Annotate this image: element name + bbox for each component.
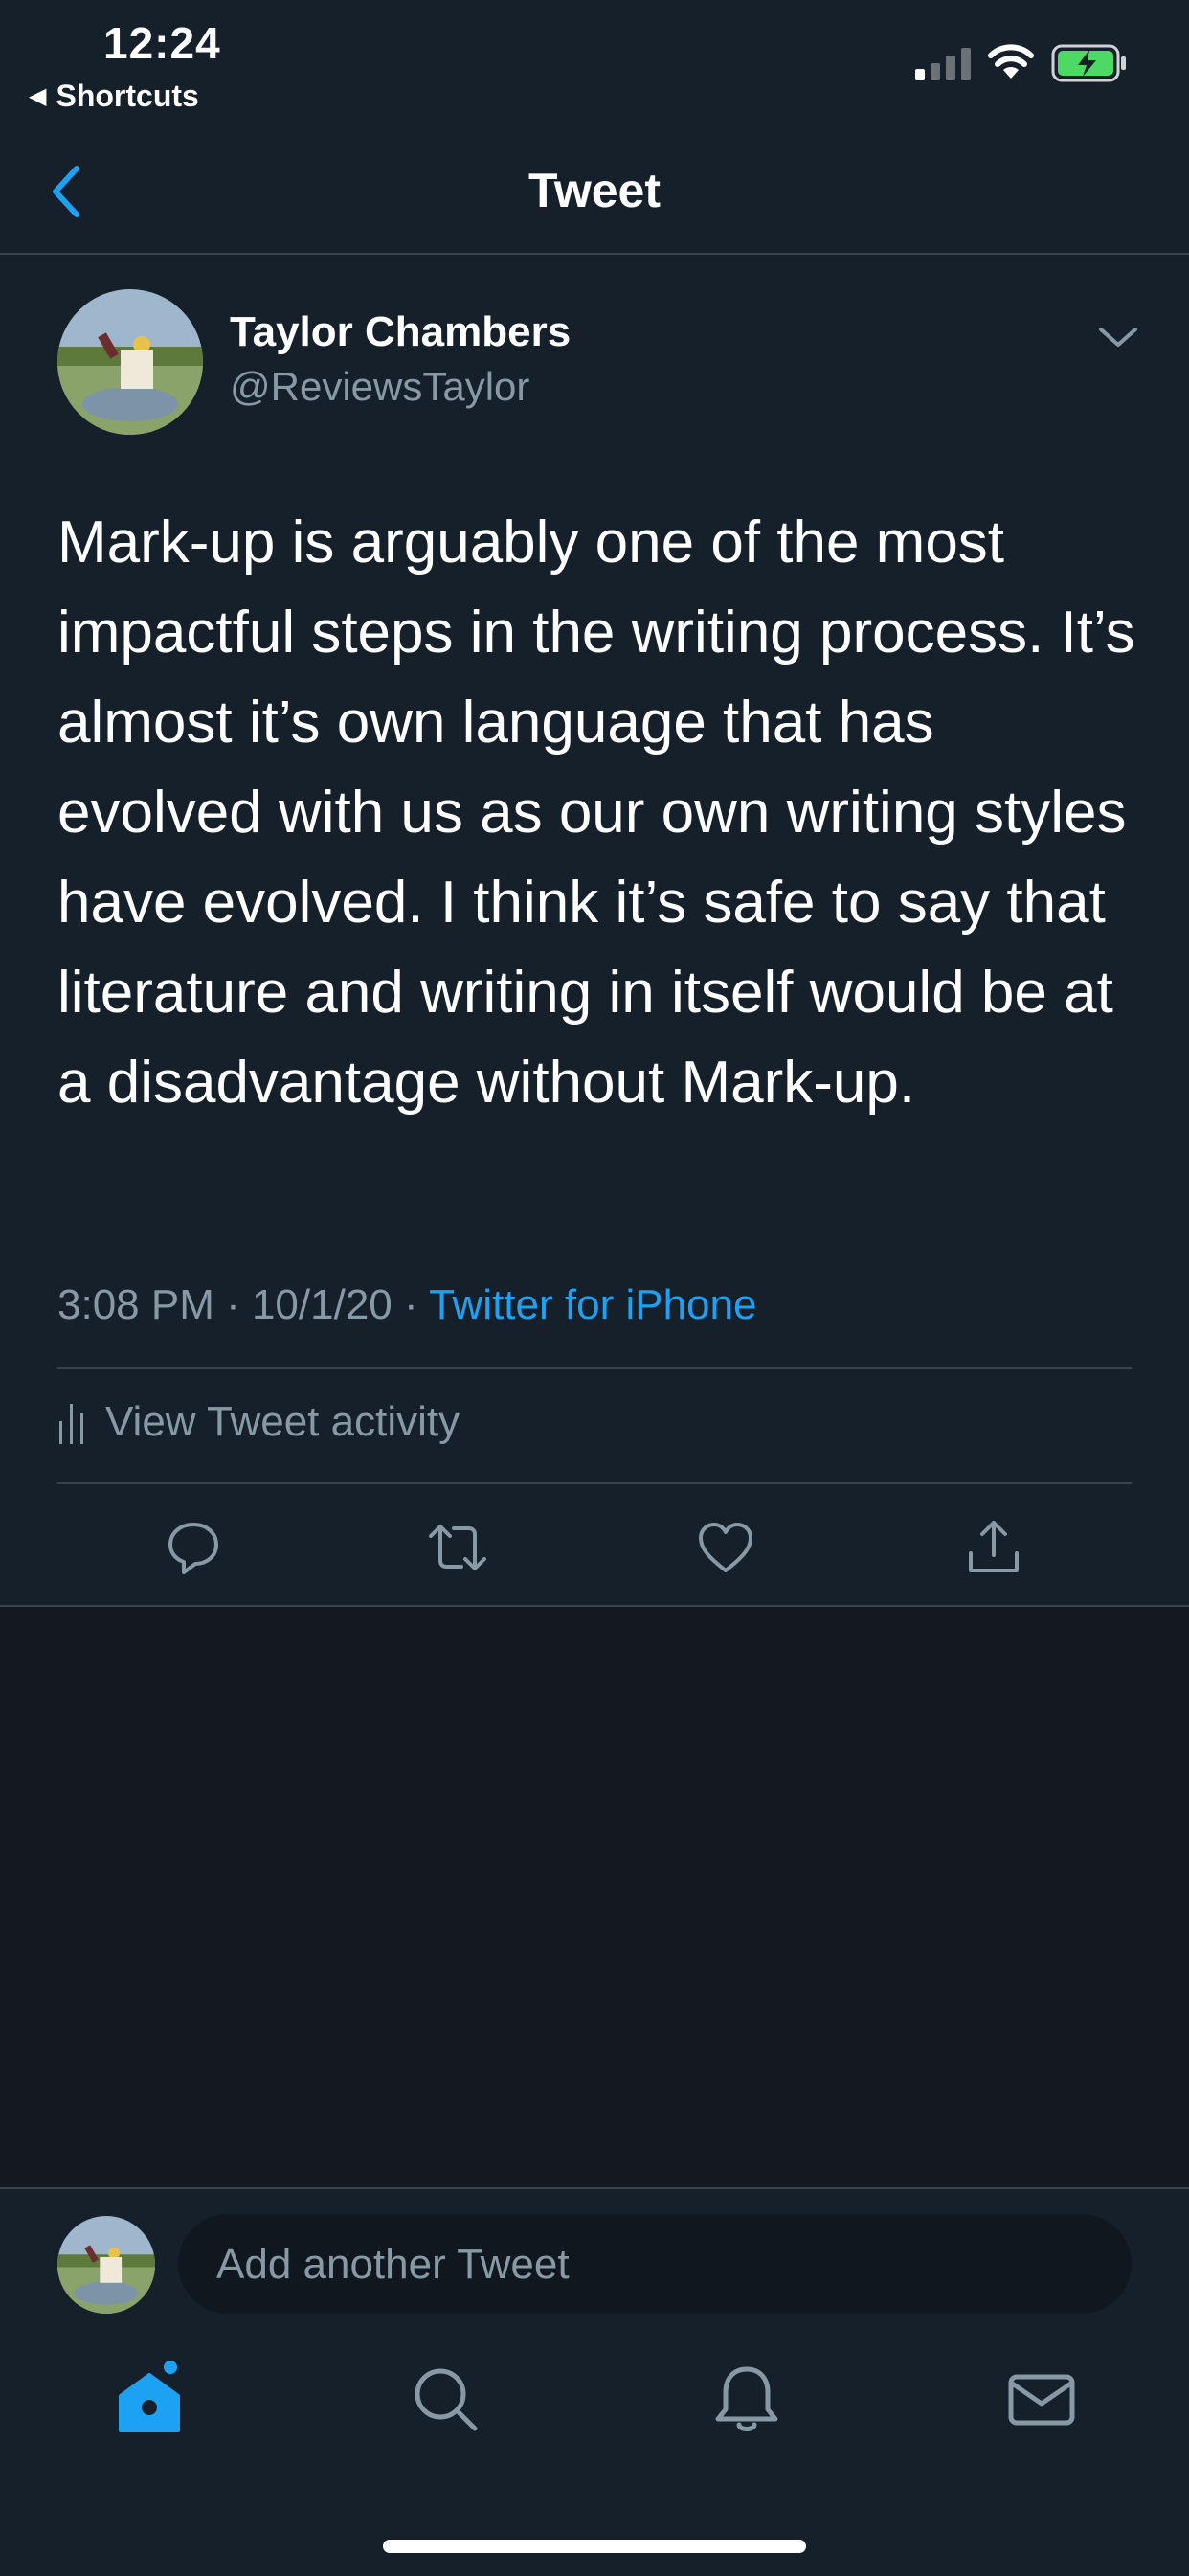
tweet-actions [0, 1490, 1189, 1603]
divider [57, 1482, 1132, 1484]
tweet-text: Mark-up is arguably one of the most impa… [57, 509, 1135, 1116]
reply-box[interactable] [178, 2214, 1132, 2316]
tweet-timestamp: 3:08 PM · 10/1/20 · [57, 1281, 430, 1328]
tweet-meta: 3:08 PM · 10/1/20 · Twitter for iPhone [57, 1281, 756, 1329]
status-bar: 12:24 ◀ Shortcuts [0, 0, 1189, 124]
share-icon[interactable] [963, 1517, 1024, 1578]
chevron-down-icon[interactable] [1097, 322, 1139, 352]
status-time: 12:24 [103, 18, 221, 68]
divider [0, 1605, 1189, 1607]
tweet-screen: 12:24 ◀ Shortcuts Tweet Taylor Chambers … [0, 0, 1189, 1607]
cellular-signal-icon [915, 46, 971, 80]
bottom-bar [0, 2187, 1189, 2576]
back-triangle-icon: ◀ [29, 83, 47, 109]
home-icon[interactable] [111, 2361, 188, 2438]
battery-charging-icon [1051, 44, 1126, 82]
author-name[interactable]: Taylor Chambers [230, 308, 571, 356]
back-app-label: Shortcuts [56, 79, 199, 113]
like-heart-icon[interactable] [695, 1517, 756, 1578]
home-indicator[interactable] [383, 2540, 806, 2553]
nav-bar: Tweet [0, 124, 1189, 255]
user-avatar[interactable] [57, 2216, 155, 2314]
bell-icon[interactable] [708, 2361, 785, 2438]
author-avatar[interactable] [57, 289, 203, 435]
page-title: Tweet [528, 164, 661, 217]
bar-chart-icon [59, 1404, 83, 1444]
retweet-icon[interactable] [427, 1517, 488, 1578]
divider [57, 1367, 1132, 1369]
wifi-icon [988, 44, 1034, 79]
mail-icon[interactable] [1003, 2361, 1080, 2438]
author-handle[interactable]: @ReviewsTaylor [230, 364, 529, 410]
reply-icon[interactable] [163, 1517, 224, 1578]
view-tweet-activity-button[interactable]: View Tweet activity [57, 1398, 460, 1446]
add-tweet-input[interactable] [214, 2214, 1080, 2316]
back-to-app-button[interactable]: ◀ Shortcuts [29, 79, 199, 114]
search-icon[interactable] [408, 2361, 484, 2438]
tweet-source-link[interactable]: Twitter for iPhone [429, 1281, 756, 1328]
activity-label: View Tweet activity [105, 1398, 460, 1445]
